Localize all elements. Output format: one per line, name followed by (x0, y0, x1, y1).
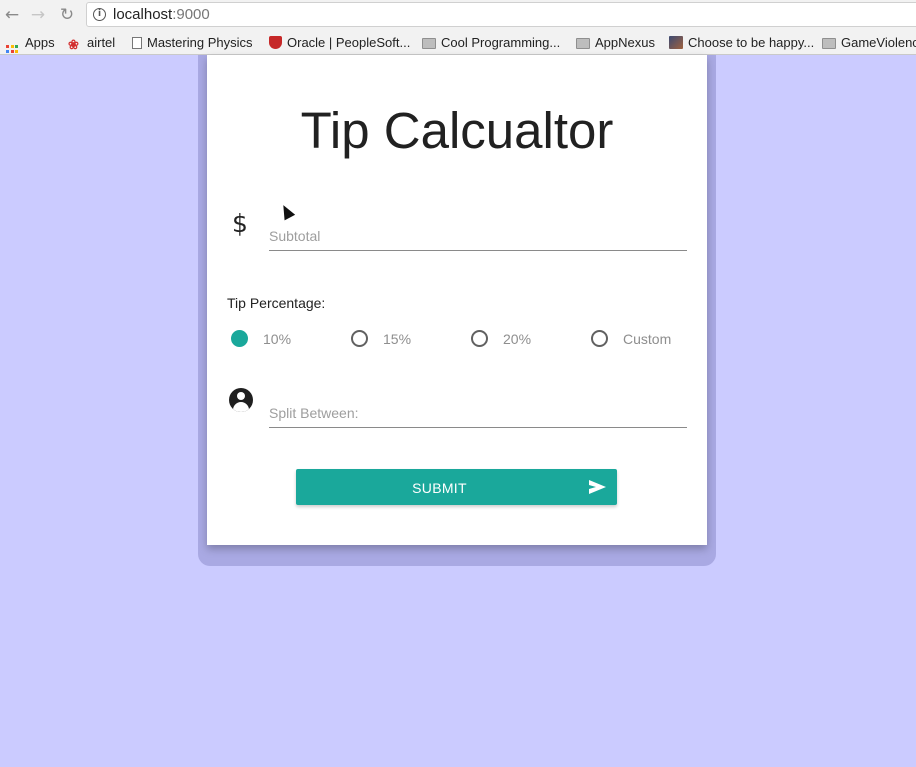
submit-button[interactable]: SUBMIT (296, 469, 617, 505)
account-circle-icon (229, 388, 253, 412)
bookmark-appnexus[interactable]: AppNexus (576, 34, 655, 51)
url-host: localhost (113, 6, 173, 23)
tip-percentage-label: Tip Percentage: (227, 295, 326, 311)
folder-icon (822, 38, 836, 49)
bookmark-airtel[interactable]: ❀ airtel (68, 34, 116, 52)
tip-calculator-card: Tip Calcualtor $ Tip Percentage: 10% 15%… (207, 55, 707, 545)
bookmark-mastering-physics[interactable]: Mastering Physics (132, 34, 252, 51)
url-port: :9000 (172, 6, 210, 23)
radio-unchecked-icon[interactable] (471, 330, 488, 347)
folder-icon (422, 38, 436, 49)
forward-arrow-icon[interactable]: → (28, 5, 48, 25)
dollar-icon: $ (232, 209, 248, 238)
bookmark-oracle[interactable]: Oracle | PeopleSoft... (269, 34, 410, 51)
bookmark-gameviolence[interactable]: GameViolence (822, 34, 916, 51)
address-bar[interactable]: i localhost:9000 (86, 2, 916, 27)
apps-grid-icon (6, 45, 20, 54)
info-icon[interactable]: i (93, 8, 106, 21)
airtel-icon: ❀ (68, 37, 79, 52)
radio-checked-icon[interactable] (231, 330, 248, 347)
subtotal-input[interactable] (269, 221, 687, 251)
bookmark-apps[interactable]: Apps (6, 34, 55, 53)
bookmark-label: airtel (87, 35, 116, 50)
bookmark-label: GameViolence (841, 35, 916, 50)
bookmark-label: AppNexus (595, 35, 655, 50)
radio-unchecked-icon[interactable] (591, 330, 608, 347)
bookmarks-bar: Apps ❀ airtel Mastering Physics Oracle | … (0, 30, 916, 55)
split-between-input[interactable] (269, 398, 687, 428)
bookmark-choose-to-be-happy[interactable]: Choose to be happy... (669, 34, 814, 51)
bookmark-label: Apps (25, 35, 55, 50)
bookmark-label: Oracle | PeopleSoft... (287, 35, 411, 50)
bookmark-cool-programming[interactable]: Cool Programming... (422, 34, 560, 51)
back-arrow-icon[interactable]: ← (2, 5, 22, 25)
browser-toolbar: ← → ↻ i localhost:9000 (0, 0, 916, 30)
radio-label[interactable]: 10% (263, 331, 291, 347)
page-title: Tip Calcualtor (300, 102, 614, 159)
radio-unchecked-icon[interactable] (351, 330, 368, 347)
radio-label[interactable]: 20% (503, 331, 531, 347)
oracle-icon (269, 36, 282, 49)
reload-icon[interactable]: ↻ (57, 5, 77, 25)
folder-icon (576, 38, 590, 49)
bookmark-label: Cool Programming... (441, 35, 561, 50)
submit-label: SUBMIT (412, 480, 467, 496)
radio-label[interactable]: 15% (383, 331, 411, 347)
url-text[interactable]: localhost:9000 (113, 6, 210, 23)
page-icon (132, 37, 142, 49)
bookmark-label: Mastering Physics (147, 35, 253, 50)
bookmark-label: Choose to be happy... (688, 35, 815, 50)
photo-icon (669, 36, 683, 49)
radio-label[interactable]: Custom (623, 331, 671, 347)
